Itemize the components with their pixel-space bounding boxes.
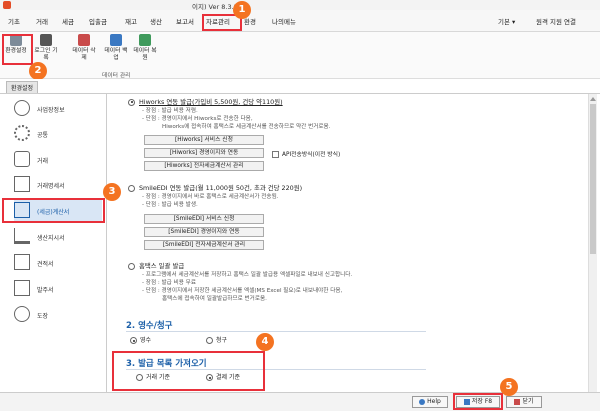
- option-hiworks[interactable]: Hiworks 연동 발급(가입비 5,500원, 건당 약110원): [128, 97, 283, 106]
- smileedi-apply-button[interactable]: [SmileEDI] 서비스 신청: [144, 214, 264, 224]
- hiworks-desc-1: - 장점 : 발급 비용 저렴.: [142, 108, 198, 114]
- hometax-desc-3: - 단점 : 경영이지에서 저장한 세금계산서를 엑셀(MS Excel 필요)…: [142, 288, 343, 294]
- database-delete-icon: [78, 34, 90, 46]
- highlight-save: [453, 393, 503, 410]
- sidebar-item-quote[interactable]: 견적서: [14, 252, 102, 274]
- hiworks-desc-3: Hiworks에 접속하여 홈택스로 세금계산서를 전송하므로 약간 번거로움.: [162, 124, 331, 130]
- data-backup-button[interactable]: 데이터 백업: [103, 34, 129, 62]
- hiworks-manage-button[interactable]: [Hiworks] 전자세금계산서 관리: [144, 161, 264, 171]
- option-hometax[interactable]: 홈택스 일괄 발급: [128, 261, 184, 270]
- help-icon: [419, 398, 426, 405]
- lock-icon: [40, 34, 52, 46]
- scroll-thumb[interactable]: [590, 104, 596, 254]
- ribbon-group-label: 데이터 관리: [102, 73, 131, 79]
- data-delete-button[interactable]: 데이터 삭제: [71, 34, 97, 62]
- highlight-settings: [2, 34, 33, 65]
- hometax-desc-4: 홈택스에 접속하여 일괄발급하므로 번거로움.: [162, 296, 267, 302]
- layout-dropdown[interactable]: 기본 ▾: [498, 16, 515, 26]
- document-tab-strip: 환경설정: [0, 79, 600, 94]
- content-scrollbar[interactable]: [588, 94, 597, 392]
- receipt-option[interactable]: 영수: [130, 335, 151, 344]
- menu-item-basic[interactable]: 기초: [8, 16, 20, 26]
- menu-item-tax[interactable]: 세금: [62, 16, 74, 26]
- smileedi-radio[interactable]: [128, 184, 135, 192]
- trade-icon: [14, 151, 30, 167]
- hometax-desc-1: - 프로그램에서 세금계산서를 저장하고 홈택스 일괄 발급용 엑셀파일로 내보…: [142, 272, 353, 278]
- quote-icon: [14, 254, 30, 270]
- smileedi-link-button[interactable]: [SmileEDI] 경영이지와 연동: [144, 227, 264, 237]
- api-checkbox-option[interactable]: API전송방식(이전 방식): [272, 149, 340, 158]
- sidebar-item-stamp[interactable]: 도장: [14, 304, 102, 326]
- hometax-desc-2: - 장점 : 발급 비용 무료: [142, 280, 196, 286]
- menu-item-cash[interactable]: 입출금: [89, 16, 107, 26]
- factory-icon: [14, 228, 30, 244]
- section-divider: [126, 331, 426, 332]
- highlight-tax-invoice: [2, 198, 105, 223]
- scroll-up-icon[interactable]: [590, 95, 596, 101]
- hiworks-apply-button[interactable]: [Hiworks] 서비스 신청: [144, 135, 264, 145]
- sidebar-item-common[interactable]: 공통: [14, 123, 102, 145]
- step-badge-4: 4: [256, 333, 274, 351]
- ribbon-toolbar: 환경설정 로그인 기록 데이터 삭제 데이터 백업 데이터 복원 데이터 관리: [0, 32, 600, 79]
- menu-bar: 기초 거래 세금 입출금 재고 생산 보고서 자료관리 환경 나의메뉴 기본 ▾…: [0, 10, 600, 32]
- order-icon: [14, 280, 30, 296]
- statement-icon: [14, 176, 30, 192]
- close-button[interactable]: 닫기: [506, 396, 542, 408]
- app-logo-icon: [3, 1, 11, 9]
- login-history-button[interactable]: 로그인 기록: [33, 34, 59, 62]
- data-restore-button[interactable]: 데이터 복원: [132, 34, 158, 62]
- option-smileedi[interactable]: SmileEDI 연동 발급(월 11,000원 50건, 초과 건당 220원…: [128, 183, 302, 192]
- hometax-radio[interactable]: [128, 262, 135, 270]
- hiworks-link-button[interactable]: [Hiworks] 경영이지와 연동: [144, 148, 264, 158]
- gears-icon: [14, 125, 30, 141]
- database-backup-icon: [110, 34, 122, 46]
- hiworks-radio[interactable]: [128, 98, 135, 106]
- user-icon: [14, 100, 30, 116]
- step-badge-2: 2: [29, 62, 47, 80]
- smileedi-manage-button[interactable]: [SmileEDI] 전자세금계산서 관리: [144, 240, 264, 250]
- menu-item-stock[interactable]: 재고: [125, 16, 137, 26]
- sidebar-item-production-order[interactable]: 생산지시서: [14, 226, 102, 248]
- close-icon: [514, 398, 521, 405]
- tab-settings[interactable]: 환경설정: [6, 81, 39, 93]
- database-restore-icon: [139, 34, 151, 46]
- claim-option[interactable]: 청구: [206, 335, 227, 344]
- smileedi-desc-1: - 장점 : 경영이지에서 바로 홈택스로 세금계산서가 전송됨.: [142, 194, 279, 200]
- menu-item-my-menu[interactable]: 나의메뉴: [272, 16, 296, 26]
- receipt-radio[interactable]: [130, 337, 137, 344]
- step-badge-1: 1: [233, 1, 251, 19]
- highlight-import-section: [112, 351, 265, 391]
- stamp-icon: [14, 306, 30, 322]
- remote-support-button[interactable]: 원격 지원 연결: [536, 16, 576, 26]
- smileedi-desc-2: - 단점 : 발급 비용 발생.: [142, 202, 198, 208]
- sidebar-item-business-info[interactable]: 사업장정보: [14, 98, 102, 120]
- menu-item-production[interactable]: 생산: [150, 16, 162, 26]
- menu-item-reports[interactable]: 보고서: [176, 16, 194, 26]
- sidebar-item-purchase-order[interactable]: 발주서: [14, 278, 102, 300]
- api-checkbox[interactable]: [272, 151, 279, 158]
- title-bar: 이지) Ver 8.3.2: [0, 0, 600, 11]
- help-button[interactable]: Help: [412, 396, 448, 408]
- menu-item-trade[interactable]: 거래: [36, 16, 48, 26]
- sidebar-item-statement[interactable]: 거래명세서: [14, 174, 102, 196]
- step-badge-5: 5: [500, 378, 518, 396]
- hiworks-desc-2: - 단점 : 경영이지에서 Hiworks로 전송한 다음,: [142, 116, 253, 122]
- claim-radio[interactable]: [206, 337, 213, 344]
- sidebar-item-trade[interactable]: 거래: [14, 149, 102, 171]
- section-receipt-title: 2. 영수/청구: [126, 321, 173, 331]
